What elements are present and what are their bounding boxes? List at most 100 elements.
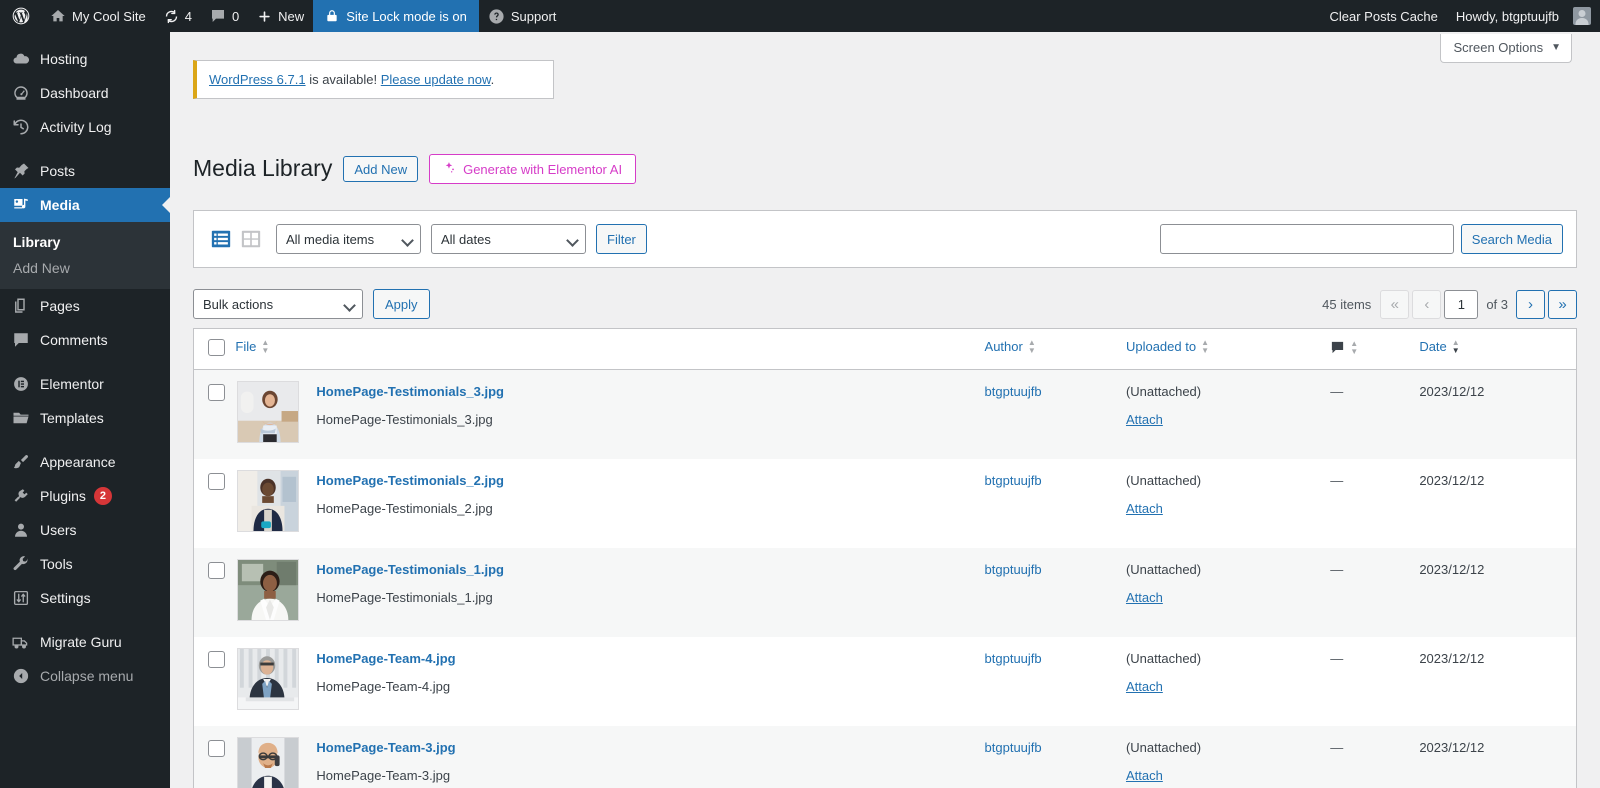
sidebar-item-plugins[interactable]: Plugins 2 [0,479,170,513]
file-title-link[interactable]: HomePage-Testimonials_3.jpg [316,384,504,399]
date-filter[interactable]: All dates [431,224,586,254]
table-row: HomePage-Testimonials_3.jpg HomePage-Tes… [193,369,1577,459]
user-account-button[interactable]: Howdy, btgptuujfb [1447,0,1600,32]
sidebar-label: Users [40,522,77,538]
sidebar-item-comments[interactable]: Comments [0,323,170,357]
filters-toolbar: All media items All dates Filter Search … [193,210,1577,268]
screen-options-button[interactable]: Screen Options ▼ [1440,34,1572,63]
sidebar-item-hosting[interactable]: Hosting [0,42,170,76]
site-name-label: My Cool Site [72,8,146,24]
sort-uploaded-to[interactable]: Uploaded to ▲ ▼ [1125,339,1209,355]
wordpress-logo-button[interactable] [0,0,41,32]
author-link[interactable]: btgptuujfb [985,562,1042,577]
update-notice: WordPress 6.7.1 is available! Please upd… [193,60,554,99]
site-lock-button[interactable]: Site Lock mode is on [313,0,479,32]
sidebar-item-collapse-menu[interactable]: Collapse menu [0,659,170,693]
new-content-button[interactable]: New [248,0,313,32]
sidebar-item-templates[interactable]: Templates [0,401,170,435]
pagination: 45 items « ‹ 1 of 3 › » [1322,289,1577,319]
column-label: Uploaded to [1125,339,1197,354]
row-checkbox[interactable] [208,472,225,490]
sidebar-item-activity-log[interactable]: Activity Log [0,110,170,144]
search-media-button[interactable]: Search Media [1460,224,1563,254]
howdy-label: Howdy, btgptuujfb [1455,8,1559,24]
dashboard-icon [11,83,31,103]
author-link[interactable]: btgptuujfb [985,384,1042,399]
sidebar-item-migrate-guru[interactable]: Migrate Guru [0,625,170,659]
wordpress-version-link[interactable]: WordPress 6.7.1 [209,72,306,87]
attach-link[interactable]: Attach [1126,412,1330,427]
prev-page-button[interactable]: ‹ [1412,289,1442,319]
file-name: HomePage-Testimonials_3.jpg [316,412,493,427]
file-title-link[interactable]: HomePage-Team-4.jpg [316,651,455,666]
cloud-icon [11,49,31,69]
file-title-link[interactable]: HomePage-Team-3.jpg [316,740,455,755]
first-page-button[interactable]: « [1380,289,1410,319]
sidebar-item-pages[interactable]: Pages [0,289,170,323]
sidebar-item-posts[interactable]: Posts [0,154,170,188]
search-input[interactable] [1159,224,1454,254]
grid-view-button[interactable] [237,225,265,253]
bulk-actions-wrap: Bulk actions [193,289,363,319]
file-title-link[interactable]: HomePage-Testimonials_2.jpg [316,473,504,488]
author-link[interactable]: btgptuujfb [985,473,1042,488]
avatar [1573,7,1591,25]
updates-button[interactable]: 4 [155,0,201,32]
list-view-button[interactable] [207,225,235,253]
row-checkbox[interactable] [208,384,225,401]
row-checkbox[interactable] [208,561,225,579]
media-type-filter[interactable]: All media items [276,224,421,254]
file-title-link[interactable]: HomePage-Testimonials_1.jpg [316,562,504,577]
apply-button[interactable]: Apply [373,289,430,319]
sidebar-item-dashboard[interactable]: Dashboard [0,76,170,110]
uploaded-to-cell: (Unattached) Attach [1126,637,1330,726]
user-icon [11,520,31,540]
author-link[interactable]: btgptuujfb [985,740,1042,755]
select-all-checkbox[interactable] [208,339,225,356]
file-name: HomePage-Testimonials_2.jpg [316,500,493,516]
sidebar-label: Pages [40,298,80,314]
sidebar-label: Appearance [40,454,116,470]
plus-icon [257,9,272,24]
attach-link[interactable]: Attach [1126,679,1330,694]
sidebar-item-library[interactable]: Library [0,229,170,255]
sidebar-item-settings[interactable]: Settings [0,581,170,615]
generate-with-elementor-ai-button[interactable]: Generate with Elementor AI [429,154,637,184]
thumbnail [237,647,300,710]
last-page-button[interactable]: » [1548,289,1577,319]
sidebar-item-elementor[interactable]: Elementor [0,367,170,401]
sidebar-item-add-new-media[interactable]: Add New [0,255,170,281]
sidebar-item-tools[interactable]: Tools [0,547,170,581]
attach-link[interactable]: Attach [1126,590,1330,605]
sort-file[interactable]: File ▲ ▼ [235,339,269,355]
row-checkbox[interactable] [208,650,225,668]
site-name-button[interactable]: My Cool Site [41,0,155,32]
clear-posts-cache-button[interactable]: Clear Posts Cache [1321,0,1447,32]
sort-date[interactable]: Date ▲ ▼ [1419,339,1459,355]
sort-arrows-icon: ▲ ▼ [1350,338,1359,356]
update-now-link[interactable]: Please update now [381,72,491,87]
screen-options-label: Screen Options [1453,40,1544,55]
sort-comments[interactable]: ▲ ▼ [1330,339,1358,355]
sparkle-icon [443,161,456,177]
settings-icon [11,588,31,608]
author-link[interactable]: btgptuujfb [985,651,1042,666]
attach-link[interactable]: Attach [1126,768,1330,783]
row-checkbox[interactable] [208,739,225,757]
support-button[interactable]: Support [479,0,566,32]
comments-value: — [1330,472,1344,488]
sidebar-item-media[interactable]: Media [0,188,170,222]
file-cell: HomePage-Testimonials_2.jpg HomePage-Tes… [235,459,984,548]
comments-button[interactable]: 0 [201,0,248,32]
current-page-input[interactable]: 1 [1444,289,1479,319]
add-new-button[interactable]: Add New [343,156,419,182]
attach-link[interactable]: Attach [1126,501,1330,516]
sidebar-item-appearance[interactable]: Appearance [0,445,170,479]
file-cell: HomePage-Team-4.jpg HomePage-Team-4.jpg [235,637,984,726]
filter-button[interactable]: Filter [596,224,647,254]
bulk-actions-select[interactable]: Bulk actions [193,289,363,319]
next-page-button[interactable]: › [1516,289,1545,319]
sidebar-item-users[interactable]: Users [0,513,170,547]
table-row: HomePage-Testimonials_1.jpg HomePage-Tes… [193,547,1577,637]
sort-author[interactable]: Author ▲ ▼ [985,339,1036,355]
